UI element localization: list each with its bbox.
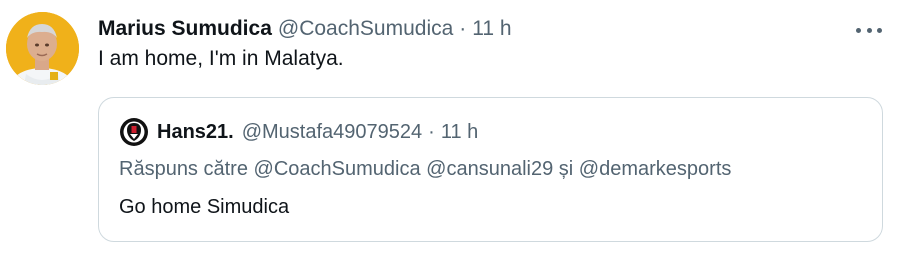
quoted-tweet-header: Hans21. @Mustafa49079524 · 11 h bbox=[119, 116, 478, 148]
reply-mention[interactable]: @CoachSumudica bbox=[254, 158, 421, 180]
quoted-author-handle[interactable]: @Mustafa49079524 bbox=[242, 121, 422, 144]
quoted-tweet[interactable]: Hans21. @Mustafa49079524 · 11 h Răspuns … bbox=[98, 97, 883, 242]
separator: · bbox=[459, 17, 467, 40]
tweet-text: I am home, I'm in Malatya. bbox=[98, 47, 344, 70]
quoted-author-avatar[interactable] bbox=[119, 117, 149, 147]
author-handle[interactable]: @CoachSumudica bbox=[278, 17, 453, 41]
more-horizontal-icon[interactable] bbox=[856, 20, 882, 40]
tweet-time[interactable]: 11 h bbox=[472, 17, 511, 41]
reply-context: Răspuns către @CoachSumudica @cansunali2… bbox=[119, 158, 731, 181]
quoted-author-name[interactable]: Hans21. bbox=[157, 121, 234, 144]
reply-conjunction: și bbox=[558, 158, 574, 180]
separator: · bbox=[428, 120, 435, 143]
quoted-tweet-time[interactable]: 11 h bbox=[441, 121, 478, 144]
reply-mention[interactable]: @cansunali29 bbox=[426, 158, 553, 180]
author-avatar[interactable] bbox=[6, 12, 79, 85]
author-name[interactable]: Marius Sumudica bbox=[98, 17, 272, 41]
quoted-tweet-text: Go home Simudica bbox=[119, 196, 290, 218]
reply-prefix: Răspuns către bbox=[119, 158, 248, 180]
tweet-header: Marius Sumudica @CoachSumudica · 11 h bbox=[98, 14, 512, 44]
reply-mention[interactable]: @demarkesports bbox=[579, 158, 732, 180]
